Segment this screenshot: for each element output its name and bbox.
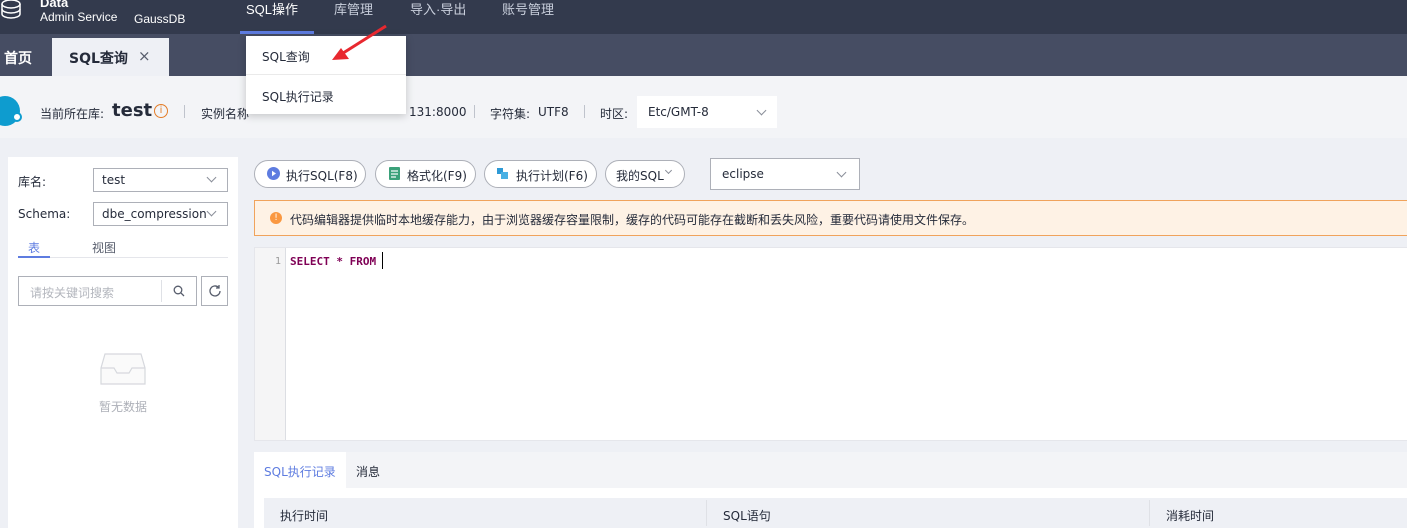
divider (161, 280, 162, 302)
result-tabs: SQL执行记录 消息 (254, 452, 1407, 488)
execute-sql-button[interactable]: 执行SQL(F8) (254, 160, 366, 188)
tab-sql-history[interactable]: SQL执行记录 (254, 452, 346, 488)
product-engine-name: GaussDB (134, 12, 186, 26)
logo-line-2: Admin Service (40, 10, 118, 24)
connection-info-bar: 当前所在库: test i 实例名称 131:8000 字符集: UTF8 时区… (0, 76, 1407, 138)
tab-active-indicator (18, 256, 50, 258)
table-search-field[interactable]: 请按关键词搜索 (18, 276, 197, 306)
nav-import-export[interactable]: 导入·导出 (410, 2, 466, 34)
sql-code[interactable]: SELECT * FROM (290, 255, 383, 268)
cache-warning-banner: ! 代码编辑器提供临时本地缓存能力，由于浏览器缓存容量限制，缓存的代码可能存在截… (254, 200, 1407, 236)
red-arrow-annotation-icon (332, 24, 387, 60)
close-icon[interactable]: × (138, 47, 151, 65)
result-table: 执行时间 SQL语句 消耗时间 (254, 488, 1407, 528)
my-sql-dropdown[interactable]: 我的SQL (605, 160, 685, 188)
execution-plan-icon (497, 168, 508, 179)
editor-theme-select[interactable]: eclipse (710, 158, 860, 190)
column-header-exec-time[interactable]: 执行时间 (280, 507, 328, 524)
tab-sql-query-label: SQL查询 (69, 51, 128, 67)
timezone-select[interactable]: Etc/GMT-8 (637, 96, 777, 128)
text-cursor (382, 252, 383, 269)
divider (246, 74, 406, 75)
search-icon[interactable] (173, 285, 185, 297)
line-number-gutter: 1 (255, 248, 286, 440)
chevron-down-icon (206, 172, 217, 183)
db-select-value: test (102, 173, 126, 187)
table-header: 执行时间 SQL语句 消耗时间 (264, 498, 1407, 528)
current-db-label: 当前所在库: (40, 107, 105, 121)
divider (184, 105, 185, 118)
page-tab-bar: 首页 SQL查询 × (0, 34, 1407, 76)
execution-plan-button[interactable]: 执行计划(F6) (484, 160, 597, 188)
divider (706, 500, 707, 526)
execution-plan-label: 执行计划(F6) (516, 169, 588, 183)
tab-views[interactable]: 视图 (92, 239, 116, 256)
db-select[interactable]: test (93, 168, 228, 192)
db-name-label: 库名: (18, 175, 47, 189)
product-logo: Data Admin Service (40, 0, 117, 24)
format-label: 格式化(F9) (407, 169, 467, 183)
chevron-down-icon (664, 166, 673, 175)
chevron-down-icon (206, 206, 217, 217)
settings-badge-icon (12, 112, 22, 122)
current-db-name: test (112, 100, 153, 121)
execute-sql-label: 执行SQL(F8) (286, 169, 358, 183)
format-button[interactable]: 格式化(F9) (375, 160, 476, 188)
charset-label: 字符集: (490, 107, 531, 121)
object-browser-panel: 库名: test Schema: dbe_compression 表 视图 请按… (8, 157, 238, 528)
format-icon (389, 167, 400, 180)
schema-select[interactable]: dbe_compression (93, 202, 228, 226)
sql-editor[interactable]: 1 SELECT * FROM (254, 247, 1407, 441)
instance-name-label: 实例名称 (201, 107, 250, 121)
cache-warning-text: 代码编辑器提供临时本地缓存能力，由于浏览器缓存容量限制，缓存的代码可能存在截断和… (290, 213, 975, 227)
info-icon[interactable]: i (154, 104, 168, 118)
chevron-down-icon (756, 105, 767, 116)
tab-messages[interactable]: 消息 (356, 463, 380, 480)
column-header-sql-statement[interactable]: SQL语句 (723, 507, 771, 524)
play-icon (267, 167, 280, 180)
search-placeholder: 请按关键词搜索 (30, 286, 115, 300)
warning-icon: ! (270, 212, 282, 224)
schema-select-value: dbe_compression (102, 207, 207, 221)
refresh-button[interactable] (201, 276, 228, 306)
my-sql-label: 我的SQL (616, 169, 664, 183)
divider (1149, 500, 1150, 526)
tab-sql-query[interactable]: SQL查询 × (52, 38, 169, 76)
editor-theme-value: eclipse (722, 167, 764, 181)
nav-sql-operations[interactable]: SQL操作 (246, 2, 298, 34)
menu-item-sql-history[interactable]: SQL执行记录 (246, 76, 406, 114)
timezone-label: 时区: (600, 107, 629, 121)
line-number: 1 (275, 256, 282, 267)
database-logo-icon (1, 0, 21, 19)
refresh-icon (209, 285, 221, 297)
column-header-duration[interactable]: 消耗时间 (1166, 507, 1214, 524)
empty-state-text: 暂无数据 (99, 400, 148, 414)
charset-value: UTF8 (538, 105, 569, 119)
schema-label: Schema: (18, 207, 71, 221)
instance-address: 131:8000 (409, 105, 467, 119)
chevron-down-icon (836, 167, 847, 178)
tab-home[interactable]: 首页 (0, 34, 48, 76)
logo-line-1: Data (40, 0, 69, 10)
divider (584, 105, 585, 118)
empty-inbox-icon (100, 353, 146, 385)
top-header: Data Admin Service GaussDB SQL操作 库管理 导入·… (0, 0, 1407, 34)
tab-tables[interactable]: 表 (28, 239, 40, 256)
nav-account-management[interactable]: 账号管理 (502, 2, 554, 34)
divider (474, 105, 475, 118)
timezone-value: Etc/GMT-8 (648, 105, 709, 119)
